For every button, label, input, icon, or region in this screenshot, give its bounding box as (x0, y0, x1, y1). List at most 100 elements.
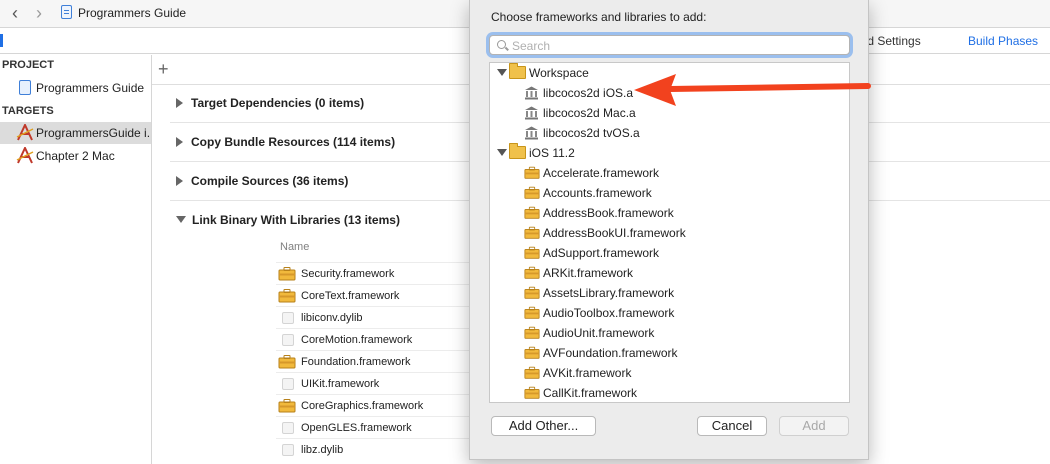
framework-icon (524, 226, 540, 239)
forward-icon[interactable]: › (36, 4, 42, 22)
library-name: CoreText.framework (301, 290, 400, 302)
phase-label: Copy Bundle Resources (114 items) (191, 135, 396, 149)
library-name: CoreMotion.framework (301, 334, 413, 346)
library-icon (525, 106, 538, 120)
tab-build-settings[interactable]: ild Settings (862, 34, 921, 48)
library-name: libiconv.dylib (301, 312, 363, 324)
group-label: iOS 11.2 (529, 146, 575, 160)
item-label: AVKit.framework (543, 366, 632, 380)
framework-icon (524, 206, 540, 219)
item-label: AVFoundation.framework (543, 346, 678, 360)
item-label: AudioToolbox.framework (543, 306, 675, 320)
list-item[interactable]: AVKit.framework (490, 363, 849, 383)
item-label: AddressBookUI.framework (543, 226, 686, 240)
list-item[interactable]: AdSupport.framework (490, 243, 849, 263)
framework-icon (524, 186, 540, 199)
item-label: ARKit.framework (543, 266, 634, 280)
list-item[interactable]: AssetsLibrary.framework (490, 283, 849, 303)
sidebar-item-label: ProgrammersGuide i... (36, 126, 150, 140)
disclosure-right-icon[interactable] (176, 137, 183, 147)
disclosure-right-icon[interactable] (176, 98, 183, 108)
list-item[interactable]: libcocos2d tvOS.a (490, 123, 849, 143)
project-navigator: PROJECT Programmers Guide TARGETS Progra… (0, 55, 152, 464)
table-row[interactable]: CoreMotion.framework (276, 328, 476, 350)
library-name: Security.framework (301, 268, 395, 280)
phase-label: Link Binary With Libraries (13 items) (192, 213, 400, 227)
sidebar-item-target-ios[interactable]: ProgrammersGuide i... (0, 122, 151, 144)
item-label: AssetsLibrary.framework (543, 286, 675, 300)
dylib-icon (282, 444, 294, 456)
table-row[interactable]: libz.dylib (276, 438, 476, 460)
item-label: AudioUnit.framework (543, 326, 655, 340)
search-icon (497, 40, 506, 49)
table-row[interactable]: Foundation.framework (276, 350, 476, 372)
disclosure-down-icon[interactable] (497, 149, 507, 156)
table-row[interactable]: OpenGLES.framework (276, 416, 476, 438)
library-name: UIKit.framework (301, 378, 380, 390)
list-item[interactable]: AudioToolbox.framework (490, 303, 849, 323)
breadcrumb-project[interactable]: Programmers Guide (78, 6, 186, 20)
table-row[interactable]: UIKit.framework (276, 372, 476, 394)
add-other-button[interactable]: Add Other... (491, 416, 596, 436)
item-label: Accelerate.framework (543, 166, 660, 180)
app-target-icon (16, 147, 34, 164)
item-label: AddressBook.framework (543, 206, 674, 220)
library-name: OpenGLES.framework (301, 422, 412, 434)
project-icon (19, 80, 31, 95)
column-header-name[interactable]: Name (280, 241, 309, 253)
framework-icon (524, 346, 540, 359)
list-item[interactable]: AddressBook.framework (490, 203, 849, 223)
group-label: Workspace (529, 66, 589, 80)
disclosure-right-icon[interactable] (176, 176, 183, 186)
table-row[interactable]: CoreGraphics.framework (276, 394, 476, 416)
add-button[interactable]: Add (779, 416, 849, 436)
list-group-header[interactable]: iOS 11.2 (490, 143, 849, 163)
disclosure-down-icon[interactable] (497, 69, 507, 76)
framework-icon (524, 166, 540, 179)
framework-icon (524, 246, 540, 259)
phase-label: Compile Sources (36 items) (191, 174, 349, 188)
list-item[interactable]: AudioUnit.framework (490, 323, 849, 343)
list-item[interactable]: ARKit.framework (490, 263, 849, 283)
item-label: libcocos2d tvOS.a (543, 126, 640, 140)
phase-compile-sources[interactable]: Compile Sources (36 items) (176, 174, 348, 188)
linked-libraries-table: Security.framework CoreText.framework libi… (276, 262, 476, 460)
library-icon (525, 126, 538, 140)
phase-target-dependencies[interactable]: Target Dependencies (0 items) (176, 96, 364, 110)
framework-icon (278, 267, 296, 281)
list-item[interactable]: CallKit.framework (490, 383, 849, 402)
library-icon (525, 86, 538, 100)
list-item[interactable]: Accelerate.framework (490, 163, 849, 183)
framework-icon (278, 289, 296, 303)
disclosure-down-icon[interactable] (176, 216, 186, 223)
framework-icon (524, 306, 540, 319)
phase-link-binary[interactable]: Link Binary With Libraries (13 items) (176, 213, 400, 227)
dylib-icon (282, 312, 294, 324)
item-label: CallKit.framework (543, 386, 638, 400)
search-input[interactable] (512, 38, 842, 53)
dialog-title: Choose frameworks and libraries to add: (491, 10, 707, 24)
list-item[interactable]: Accounts.framework (490, 183, 849, 203)
list-item[interactable]: AVFoundation.framework (490, 343, 849, 363)
library-name: libz.dylib (301, 444, 344, 456)
cancel-button[interactable]: Cancel (697, 416, 767, 436)
item-label: Accounts.framework (543, 186, 652, 200)
search-field[interactable] (489, 35, 850, 55)
phase-label: Target Dependencies (0 items) (191, 96, 365, 110)
table-row[interactable]: CoreText.framework (276, 284, 476, 306)
back-icon[interactable]: ‹ (12, 4, 18, 22)
sidebar-item-project[interactable]: Programmers Guide (0, 77, 151, 99)
list-item[interactable]: AddressBookUI.framework (490, 223, 849, 243)
table-row[interactable]: libiconv.dylib (276, 306, 476, 328)
app-target-icon (16, 124, 34, 141)
sidebar-item-target-mac[interactable]: Chapter 2 Mac (0, 145, 151, 167)
selection-indicator (0, 34, 3, 47)
folder-icon (509, 143, 526, 159)
table-row[interactable]: Security.framework (276, 262, 476, 284)
framework-icon (524, 286, 540, 299)
add-build-phase-button[interactable]: + (158, 60, 169, 78)
annotation-arrow-icon (634, 74, 871, 106)
phase-copy-bundle-resources[interactable]: Copy Bundle Resources (114 items) (176, 135, 395, 149)
tab-build-phases[interactable]: Build Phases (968, 34, 1038, 48)
sidebar-item-label: Chapter 2 Mac (36, 149, 115, 163)
